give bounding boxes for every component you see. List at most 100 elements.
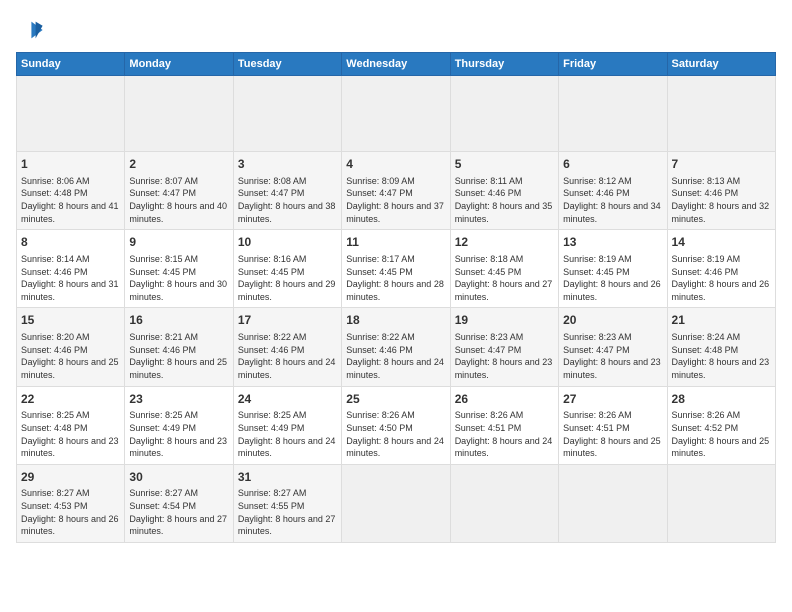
calendar-cell: 30 Sunrise: 8:27 AM Sunset: 4:54 PM Dayl… <box>125 464 233 542</box>
sunrise-label: Sunrise: 8:27 AM <box>238 488 307 498</box>
sunrise-label: Sunrise: 8:26 AM <box>563 410 632 420</box>
day-number: 18 <box>346 312 445 329</box>
daylight-label: Daylight: 8 hours and 26 minutes. <box>563 279 661 302</box>
day-number: 27 <box>563 391 662 408</box>
calendar-cell: 19 Sunrise: 8:23 AM Sunset: 4:47 PM Dayl… <box>450 308 558 386</box>
calendar-cell <box>233 76 341 152</box>
sunrise-label: Sunrise: 8:26 AM <box>672 410 741 420</box>
sunset-label: Sunset: 4:48 PM <box>672 345 739 355</box>
sunrise-label: Sunrise: 8:22 AM <box>238 332 307 342</box>
calendar-cell: 29 Sunrise: 8:27 AM Sunset: 4:53 PM Dayl… <box>17 464 125 542</box>
week-row: 1 Sunrise: 8:06 AM Sunset: 4:48 PM Dayli… <box>17 152 776 230</box>
sunrise-label: Sunrise: 8:21 AM <box>129 332 198 342</box>
daylight-label: Daylight: 8 hours and 23 minutes. <box>563 357 661 380</box>
sunset-label: Sunset: 4:46 PM <box>21 345 88 355</box>
daylight-label: Daylight: 8 hours and 27 minutes. <box>455 279 553 302</box>
sunrise-label: Sunrise: 8:16 AM <box>238 254 307 264</box>
day-number: 28 <box>672 391 771 408</box>
calendar-cell: 21 Sunrise: 8:24 AM Sunset: 4:48 PM Dayl… <box>667 308 775 386</box>
day-number: 2 <box>129 156 228 173</box>
day-number: 5 <box>455 156 554 173</box>
daylight-label: Daylight: 8 hours and 24 minutes. <box>455 436 553 459</box>
sunset-label: Sunset: 4:46 PM <box>672 267 739 277</box>
sunrise-label: Sunrise: 8:26 AM <box>455 410 524 420</box>
sunset-label: Sunset: 4:51 PM <box>455 423 522 433</box>
daylight-label: Daylight: 8 hours and 29 minutes. <box>238 279 336 302</box>
sunrise-label: Sunrise: 8:20 AM <box>21 332 90 342</box>
sunrise-label: Sunrise: 8:14 AM <box>21 254 90 264</box>
sunset-label: Sunset: 4:49 PM <box>238 423 305 433</box>
header-row: Sunday Monday Tuesday Wednesday Thursday… <box>17 53 776 76</box>
day-number: 23 <box>129 391 228 408</box>
day-number: 11 <box>346 234 445 251</box>
sunset-label: Sunset: 4:50 PM <box>346 423 413 433</box>
day-number: 16 <box>129 312 228 329</box>
sunrise-label: Sunrise: 8:19 AM <box>672 254 741 264</box>
sunset-label: Sunset: 4:46 PM <box>455 188 522 198</box>
sunset-label: Sunset: 4:49 PM <box>129 423 196 433</box>
sunrise-label: Sunrise: 8:27 AM <box>21 488 90 498</box>
calendar-cell: 28 Sunrise: 8:26 AM Sunset: 4:52 PM Dayl… <box>667 386 775 464</box>
sunrise-label: Sunrise: 8:19 AM <box>563 254 632 264</box>
sunrise-label: Sunrise: 8:09 AM <box>346 176 415 186</box>
sunrise-label: Sunrise: 8:25 AM <box>129 410 198 420</box>
daylight-label: Daylight: 8 hours and 34 minutes. <box>563 201 661 224</box>
col-friday: Friday <box>559 53 667 76</box>
daylight-label: Daylight: 8 hours and 24 minutes. <box>238 436 336 459</box>
daylight-label: Daylight: 8 hours and 25 minutes. <box>129 357 227 380</box>
sunrise-label: Sunrise: 8:06 AM <box>21 176 90 186</box>
sunset-label: Sunset: 4:45 PM <box>455 267 522 277</box>
calendar-cell: 17 Sunrise: 8:22 AM Sunset: 4:46 PM Dayl… <box>233 308 341 386</box>
sunrise-label: Sunrise: 8:25 AM <box>21 410 90 420</box>
day-number: 8 <box>21 234 120 251</box>
calendar-cell: 3 Sunrise: 8:08 AM Sunset: 4:47 PM Dayli… <box>233 152 341 230</box>
sunrise-label: Sunrise: 8:25 AM <box>238 410 307 420</box>
col-saturday: Saturday <box>667 53 775 76</box>
day-number: 26 <box>455 391 554 408</box>
sunrise-label: Sunrise: 8:27 AM <box>129 488 198 498</box>
calendar-cell: 14 Sunrise: 8:19 AM Sunset: 4:46 PM Dayl… <box>667 230 775 308</box>
week-row <box>17 76 776 152</box>
col-wednesday: Wednesday <box>342 53 450 76</box>
sunset-label: Sunset: 4:48 PM <box>21 423 88 433</box>
col-monday: Monday <box>125 53 233 76</box>
logo <box>16 16 48 44</box>
col-thursday: Thursday <box>450 53 558 76</box>
sunrise-label: Sunrise: 8:13 AM <box>672 176 741 186</box>
sunrise-label: Sunrise: 8:18 AM <box>455 254 524 264</box>
daylight-label: Daylight: 8 hours and 32 minutes. <box>672 201 770 224</box>
daylight-label: Daylight: 8 hours and 23 minutes. <box>21 436 119 459</box>
calendar-cell: 2 Sunrise: 8:07 AM Sunset: 4:47 PM Dayli… <box>125 152 233 230</box>
sunset-label: Sunset: 4:55 PM <box>238 501 305 511</box>
week-row: 8 Sunrise: 8:14 AM Sunset: 4:46 PM Dayli… <box>17 230 776 308</box>
sunrise-label: Sunrise: 8:08 AM <box>238 176 307 186</box>
day-number: 25 <box>346 391 445 408</box>
daylight-label: Daylight: 8 hours and 25 minutes. <box>21 357 119 380</box>
day-number: 9 <box>129 234 228 251</box>
daylight-label: Daylight: 8 hours and 40 minutes. <box>129 201 227 224</box>
daylight-label: Daylight: 8 hours and 27 minutes. <box>238 514 336 537</box>
sunset-label: Sunset: 4:46 PM <box>238 345 305 355</box>
calendar-cell: 11 Sunrise: 8:17 AM Sunset: 4:45 PM Dayl… <box>342 230 450 308</box>
sunset-label: Sunset: 4:46 PM <box>129 345 196 355</box>
daylight-label: Daylight: 8 hours and 24 minutes. <box>238 357 336 380</box>
day-number: 14 <box>672 234 771 251</box>
daylight-label: Daylight: 8 hours and 24 minutes. <box>346 357 444 380</box>
calendar-cell <box>342 76 450 152</box>
calendar-cell: 15 Sunrise: 8:20 AM Sunset: 4:46 PM Dayl… <box>17 308 125 386</box>
sunrise-label: Sunrise: 8:24 AM <box>672 332 741 342</box>
day-number: 3 <box>238 156 337 173</box>
sunset-label: Sunset: 4:45 PM <box>238 267 305 277</box>
sunrise-label: Sunrise: 8:15 AM <box>129 254 198 264</box>
day-number: 30 <box>129 469 228 486</box>
sunset-label: Sunset: 4:45 PM <box>129 267 196 277</box>
day-number: 29 <box>21 469 120 486</box>
day-number: 12 <box>455 234 554 251</box>
sunset-label: Sunset: 4:45 PM <box>563 267 630 277</box>
daylight-label: Daylight: 8 hours and 41 minutes. <box>21 201 119 224</box>
week-row: 15 Sunrise: 8:20 AM Sunset: 4:46 PM Dayl… <box>17 308 776 386</box>
daylight-label: Daylight: 8 hours and 26 minutes. <box>672 279 770 302</box>
calendar-cell: 22 Sunrise: 8:25 AM Sunset: 4:48 PM Dayl… <box>17 386 125 464</box>
day-number: 20 <box>563 312 662 329</box>
daylight-label: Daylight: 8 hours and 26 minutes. <box>21 514 119 537</box>
